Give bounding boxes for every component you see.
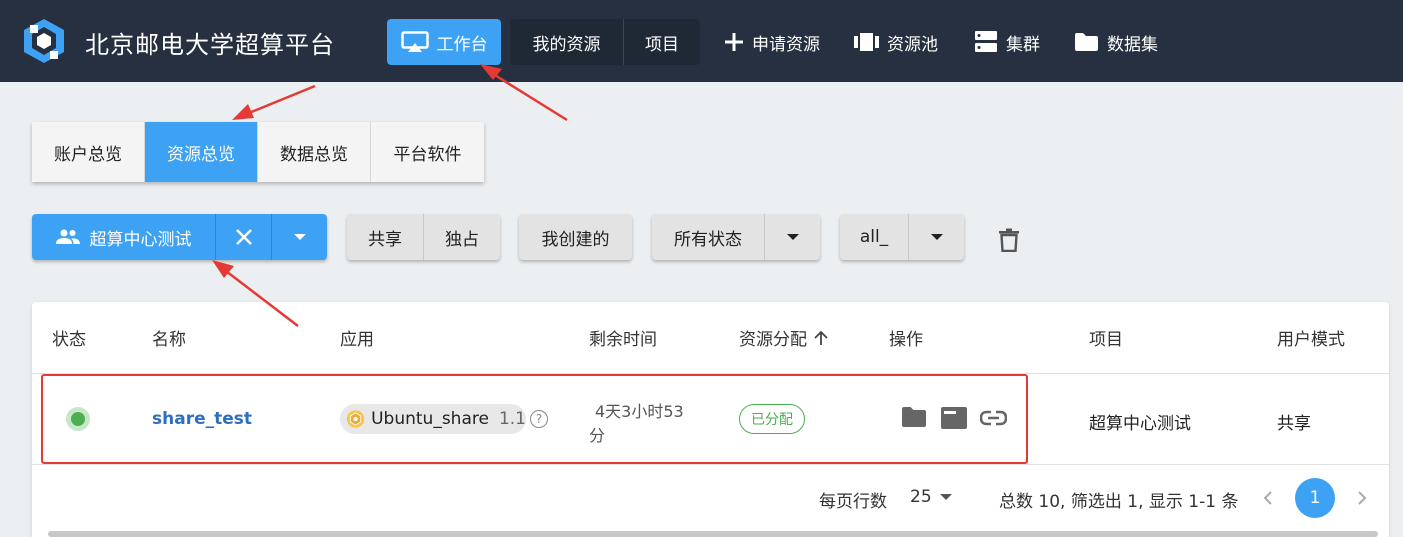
close-icon — [235, 229, 252, 245]
cube-logo-icon — [24, 19, 64, 63]
group-dropdown-button[interactable] — [272, 214, 327, 260]
tab-account-overview[interactable]: 账户总览 — [32, 122, 145, 182]
all-dropdown-button[interactable] — [909, 214, 964, 260]
pagination-summary: 总数 10, 筛选出 1, 显示 1-1 条 — [999, 492, 1239, 512]
annotation-highlight-box — [41, 374, 1028, 464]
created-by-me-button[interactable]: 我创建的 — [519, 214, 632, 260]
tab-platform-software[interactable]: 平台软件 — [371, 122, 484, 182]
platform-title: 北京邮电大学超算平台 — [85, 31, 335, 59]
group-select-button[interactable]: 超算中心测试 — [32, 214, 215, 260]
workbench-button[interactable]: 工作台 — [387, 19, 501, 65]
apply-resource-label: 申请资源 — [752, 34, 820, 55]
dataset-label: 数据集 — [1107, 34, 1158, 55]
chevron-down-icon — [786, 234, 799, 240]
column-header-remaining-time[interactable]: 剩余时间 — [589, 325, 657, 350]
monitor-icon — [400, 31, 429, 52]
created-by-me-filter: 我创建的 — [519, 214, 632, 260]
column-header-app[interactable]: 应用 — [340, 325, 374, 350]
all-filter: all_ — [840, 214, 964, 260]
column-header-user-mode[interactable]: 用户模式 — [1277, 325, 1345, 350]
chevron-down-icon — [293, 234, 306, 240]
rows-per-page-select[interactable]: 25 — [910, 487, 952, 507]
cluster-link[interactable]: 集群 — [974, 19, 1040, 65]
allocation-header-label: 资源分配 — [739, 330, 807, 350]
chevron-right-icon[interactable] — [1356, 490, 1368, 506]
pool-icon — [854, 33, 879, 51]
column-header-project[interactable]: 项目 — [1089, 325, 1123, 350]
people-icon — [55, 229, 80, 244]
group-label: 超算中心测试 — [89, 229, 192, 250]
dataset-link[interactable]: 数据集 — [1074, 19, 1158, 65]
plus-icon — [725, 33, 743, 51]
horizontal-scrollbar[interactable] — [48, 531, 1378, 537]
column-header-allocation[interactable]: 资源分配 — [739, 325, 829, 350]
column-header-name[interactable]: 名称 — [152, 325, 186, 350]
status-filter: 所有状态 — [652, 214, 820, 260]
apply-resource-link[interactable]: 申请资源 — [724, 19, 820, 65]
rows-per-page-label: 每页行数 — [819, 492, 887, 512]
trash-icon[interactable] — [998, 228, 1020, 252]
status-select-button[interactable]: 所有状态 — [652, 214, 764, 260]
projects-button[interactable]: 项目 — [624, 19, 700, 65]
exclusive-button[interactable]: 独占 — [424, 214, 500, 260]
server-icon — [975, 31, 997, 52]
share-button[interactable]: 共享 — [347, 214, 423, 260]
resource-project-switch: 我的资源 项目 — [510, 19, 700, 65]
workbench-label: 工作台 — [436, 34, 488, 55]
clear-group-button[interactable] — [216, 214, 271, 260]
folder-icon — [1075, 33, 1098, 51]
chevron-down-icon — [939, 494, 952, 500]
share-mode-toggle: 共享 独占 — [347, 214, 500, 260]
chevron-down-icon — [930, 234, 943, 240]
group-filter: 超算中心测试 — [32, 214, 327, 260]
column-header-actions: 操作 — [889, 330, 923, 350]
user-mode-cell: 共享 — [1277, 414, 1311, 434]
resource-pool-label: 资源池 — [887, 34, 938, 55]
project-cell: 超算中心测试 — [1089, 414, 1191, 434]
chevron-left-icon[interactable] — [1262, 490, 1274, 506]
divider — [32, 464, 1389, 465]
tab-data-overview[interactable]: 数据总览 — [258, 122, 371, 182]
my-resources-button[interactable]: 我的资源 — [510, 19, 623, 65]
tab-resource-overview[interactable]: 资源总览 — [145, 122, 258, 182]
rows-per-page-value: 25 — [910, 487, 932, 507]
arrow-up-icon — [814, 330, 828, 345]
all-select-button[interactable]: all_ — [840, 214, 908, 260]
overview-tabs: 账户总览 资源总览 数据总览 平台软件 — [32, 122, 484, 182]
page-1-button[interactable]: 1 — [1295, 478, 1335, 518]
resource-pool-link[interactable]: 资源池 — [854, 19, 938, 65]
cluster-label: 集群 — [1006, 34, 1040, 55]
column-header-status[interactable]: 状态 — [52, 325, 86, 350]
status-dropdown-button[interactable] — [765, 214, 820, 260]
